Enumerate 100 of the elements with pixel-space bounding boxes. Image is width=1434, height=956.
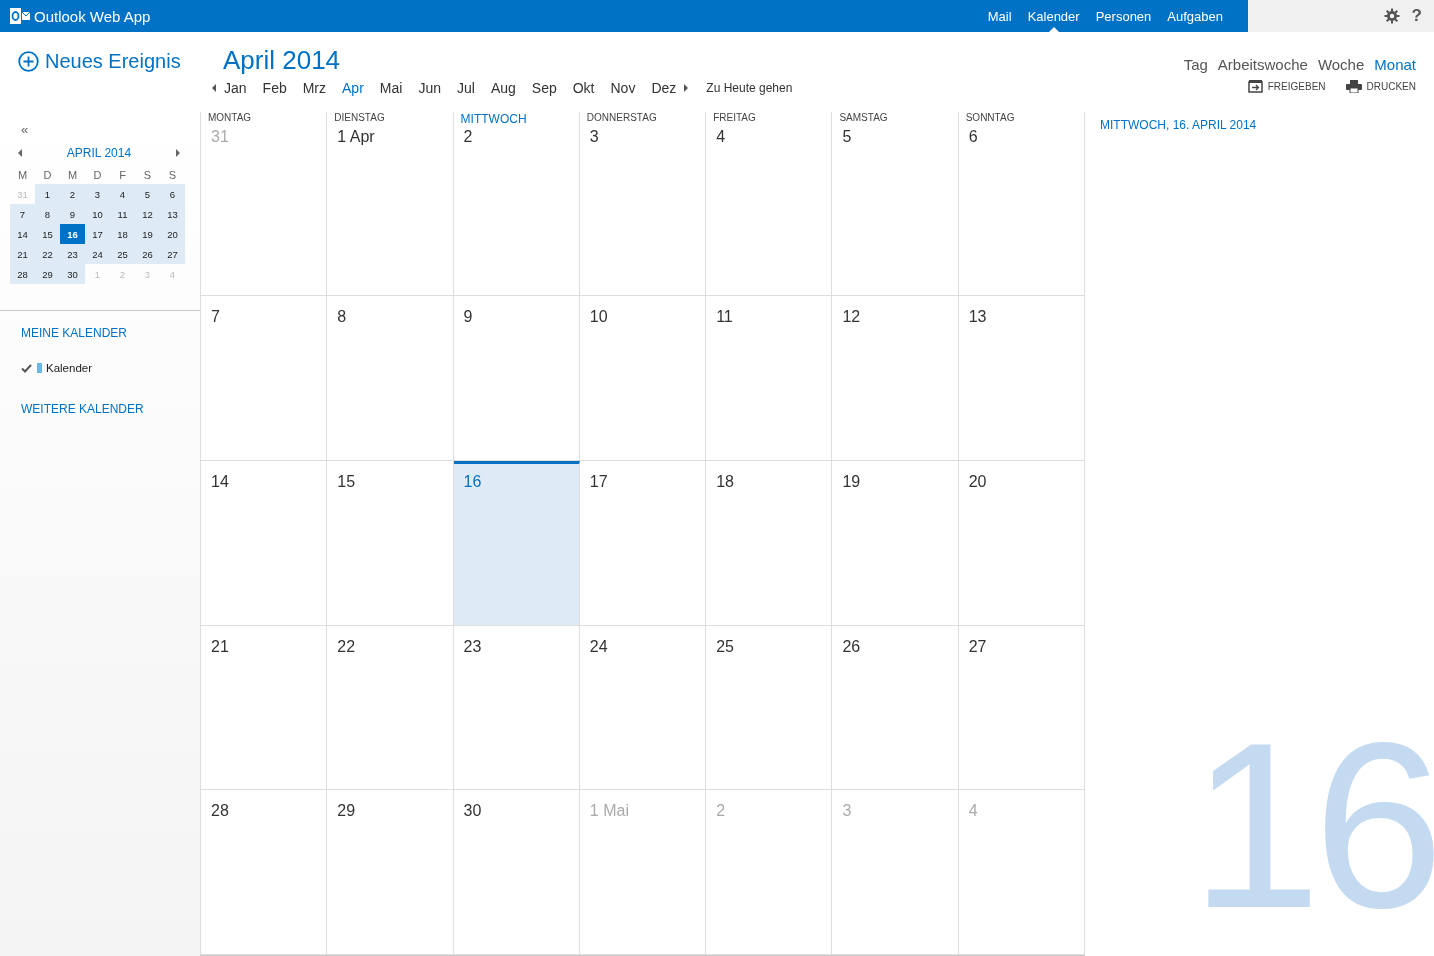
next-arrow-icon[interactable] <box>684 84 689 92</box>
mini-calendar-day[interactable]: 24 <box>85 244 110 264</box>
day-number: 9 <box>463 307 474 326</box>
day-number: 21 <box>211 636 230 656</box>
previous-arrow-icon[interactable] <box>212 84 216 92</box>
mini-calendar-day[interactable]: 21 <box>10 244 35 264</box>
mini-calendar-day[interactable]: 6 <box>160 184 185 204</box>
mini-calendar-day[interactable]: 13 <box>160 204 185 224</box>
weekday-label: M <box>60 166 85 184</box>
app-logo-icon <box>10 8 30 24</box>
nav-link[interactable]: Aufgaben <box>1159 0 1231 32</box>
view-tab[interactable]: Monat <box>1374 56 1416 73</box>
day-number: 16 <box>463 471 483 491</box>
mini-calendar-day[interactable]: 16 <box>60 224 85 244</box>
day-number: 11 <box>716 307 734 326</box>
month-link[interactable]: Mrz <box>294 80 335 96</box>
mini-calendar-day[interactable]: 20 <box>160 224 185 244</box>
day-number: 30 <box>463 801 483 821</box>
month-link[interactable]: Aug <box>482 80 524 96</box>
day-number: 1 Apr <box>337 127 376 146</box>
day-number: 14 <box>211 471 230 491</box>
weekday-header: DIENSTAG <box>334 112 386 125</box>
mini-calendar-day[interactable]: 15 <box>35 224 60 244</box>
weekday-label: D <box>85 166 110 184</box>
new-event-button[interactable]: Neues Ereignis <box>18 50 181 73</box>
day-number: 25 <box>716 636 735 656</box>
mini-calendar-day[interactable]: 28 <box>10 264 35 284</box>
mini-calendar-day[interactable]: 25 <box>110 244 135 264</box>
mini-calendar-day[interactable]: 17 <box>85 224 110 244</box>
view-tab[interactable]: Woche <box>1317 56 1365 73</box>
settings-icon[interactable] <box>1383 8 1400 24</box>
mini-calendar-day[interactable]: 4 <box>110 184 135 204</box>
mini-calendar-day[interactable]: 3 <box>85 184 110 204</box>
view-tab[interactable]: Arbeitswoche <box>1217 56 1308 73</box>
month-link[interactable]: Mai <box>371 80 411 96</box>
month-link[interactable]: Apr <box>334 80 372 96</box>
day-number: 4 <box>968 801 979 821</box>
toolbar-action[interactable]: DRUCKEN <box>1345 80 1416 93</box>
day-number: 28 <box>211 801 230 821</box>
view-tab[interactable]: Tag <box>1183 56 1208 73</box>
mini-calendar-day[interactable]: 22 <box>35 244 60 264</box>
section-heading[interactable]: MEINE KALENDER <box>21 326 128 340</box>
weekday-header: MONTAG <box>208 112 253 125</box>
help-button[interactable]: ? <box>1411 6 1422 26</box>
mini-calendar-day[interactable]: 12 <box>135 204 160 224</box>
day-number: 5 <box>842 127 853 146</box>
mini-calendar-day[interactable]: 7 <box>10 204 35 224</box>
mini-calendar-day[interactable]: 30 <box>60 264 85 284</box>
mini-calendar-day[interactable]: 14 <box>10 224 35 244</box>
month-link[interactable]: Okt <box>564 80 603 96</box>
toolbar-action[interactable]: FREIGEBEN <box>1247 80 1326 93</box>
weekday-label: S <box>160 166 185 184</box>
day-number: 2 <box>716 801 727 821</box>
month-link[interactable]: Dez <box>643 80 685 96</box>
next-arrow-icon[interactable] <box>176 149 180 157</box>
day-number: 31 <box>211 127 230 146</box>
day-number: 10 <box>589 307 609 326</box>
mini-calendar-day[interactable]: 18 <box>110 224 135 244</box>
printer-icon <box>1345 80 1362 93</box>
nav-link[interactable]: Mail <box>979 0 1020 32</box>
mini-calendar-day[interactable]: 9 <box>60 204 85 224</box>
today-cell[interactable]: 16 <box>453 460 580 626</box>
today-link[interactable]: Zu Heute gehen <box>698 81 801 95</box>
day-number: 3 <box>842 801 853 821</box>
day-number: 13 <box>968 307 988 326</box>
day-number: 18 <box>716 471 735 491</box>
day-number: 7 <box>211 307 221 326</box>
weekday-header: FREITAG <box>713 112 757 125</box>
weekday-label: S <box>135 166 160 184</box>
month-link[interactable]: Feb <box>254 80 295 96</box>
plus-circle-icon <box>18 51 39 72</box>
mini-calendar-day[interactable]: 23 <box>60 244 85 264</box>
mini-calendar-day[interactable]: 19 <box>135 224 160 244</box>
mini-calendar-title: APRIL 2014 <box>66 146 132 160</box>
calendar-name[interactable]: Kalender <box>46 362 93 374</box>
mini-calendar-day[interactable]: 27 <box>160 244 185 264</box>
section-heading[interactable]: WEITERE KALENDER <box>21 402 144 416</box>
check-icon[interactable] <box>21 363 33 373</box>
mini-calendar-day[interactable]: 1 <box>35 184 60 204</box>
month-link[interactable]: Jan <box>216 80 255 96</box>
month-link[interactable]: Jun <box>410 80 449 96</box>
mini-calendar-day[interactable]: 26 <box>135 244 160 264</box>
nav-link[interactable]: Kalender <box>1019 0 1088 32</box>
mini-calendar-day[interactable]: 8 <box>35 204 60 224</box>
month-link[interactable]: Jul <box>448 80 483 96</box>
mini-calendar-day[interactable]: 2 <box>60 184 85 204</box>
nav-link[interactable]: Personen <box>1087 0 1160 32</box>
collapse-button[interactable]: « <box>21 122 29 137</box>
mini-calendar-day[interactable]: 10 <box>85 204 110 224</box>
month-link[interactable]: Nov <box>602 80 644 96</box>
mini-calendar-day[interactable]: 5 <box>135 184 160 204</box>
day-number: 23 <box>463 636 483 656</box>
weekday-header: MITTWOCH <box>460 112 528 125</box>
month-link[interactable]: Sep <box>523 80 565 96</box>
day-number: 29 <box>337 801 357 821</box>
day-number: 4 <box>716 127 727 146</box>
previous-arrow-icon[interactable] <box>18 149 22 157</box>
mini-calendar-day[interactable]: 29 <box>35 264 60 284</box>
mini-calendar-day[interactable]: 11 <box>110 204 135 224</box>
day-number: 19 <box>842 471 862 491</box>
